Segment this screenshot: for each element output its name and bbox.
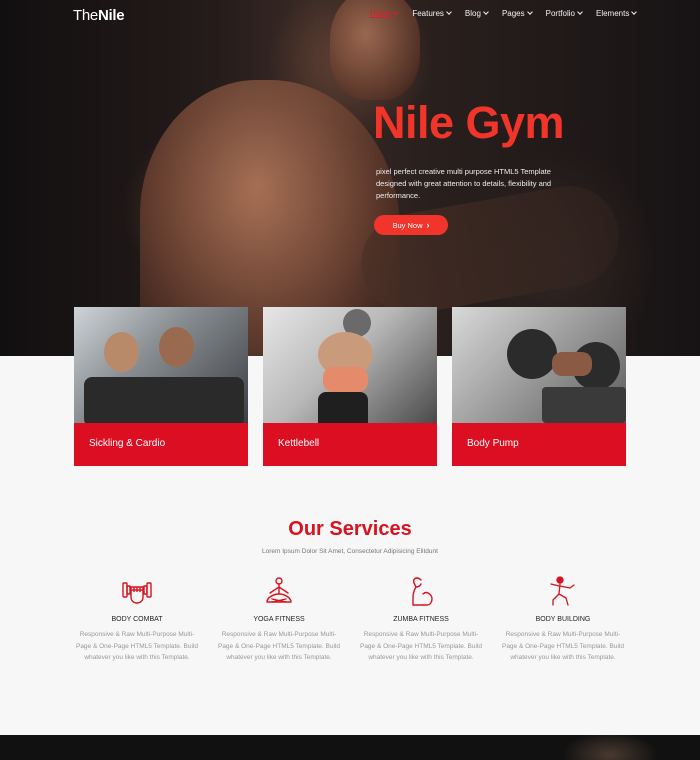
menu-label: Home <box>370 9 392 18</box>
service-text: Responsive & Raw Multi-Purpose Multi-Pag… <box>501 631 624 661</box>
photo-hand <box>552 352 592 376</box>
service-text: Responsive & Raw Multi-Purpose Multi-Pag… <box>75 631 198 661</box>
logo-text-light: The <box>73 7 98 24</box>
class-card-cardio[interactable]: Sickling & Cardio <box>74 307 248 466</box>
chevron-down-icon <box>577 9 583 15</box>
menu-item-home[interactable]: Home <box>370 9 400 18</box>
menu-label: Elements <box>595 9 630 18</box>
photo-top <box>323 367 368 392</box>
service-yoga-fitness: YOGA FITNESS Responsive & Raw Multi-Purp… <box>215 575 343 664</box>
yoga-icon <box>266 577 292 603</box>
photo-bikes <box>84 377 244 423</box>
chevron-down-icon <box>483 9 489 15</box>
top-navigation: TheNile Home Features Blog Pages Portfol… <box>0 0 700 30</box>
hero-section: Nile Gym pixel perfect creative multi pu… <box>0 0 700 356</box>
kettlebell-photo <box>263 307 437 423</box>
photo-dumbbell-plate <box>507 329 557 379</box>
dumbbell-fist-icon <box>122 582 152 604</box>
hero-description: pixel perfect creative multi purpose HTM… <box>376 167 552 200</box>
service-name: BODY BUILDING <box>535 616 591 623</box>
service-text: Responsive & Raw Multi-Purpose Multi-Pag… <box>359 631 482 661</box>
menu-item-blog[interactable]: Blog <box>464 9 489 18</box>
service-text: Responsive & Raw Multi-Purpose Multi-Pag… <box>217 631 340 661</box>
service-name: ZUMBA FITNESS <box>393 616 449 623</box>
services-title: Our Services <box>288 518 412 540</box>
photo-leggings <box>318 392 368 423</box>
cardio-photo <box>74 307 248 423</box>
menu-label: Portfolio <box>545 9 575 18</box>
menu-item-portfolio[interactable]: Portfolio <box>545 9 583 18</box>
service-body-building: BODY BUILDING Responsive & Raw Multi-Pur… <box>499 575 627 664</box>
main-menu: Home Features Blog Pages Portfolio Eleme… <box>370 9 650 18</box>
photo-arm <box>542 387 626 423</box>
buy-now-button[interactable]: Buy Now › <box>374 215 448 235</box>
hero-title: Nile Gym <box>373 97 565 148</box>
service-body-combat: BODY COMBAT Responsive & Raw Multi-Purpo… <box>73 575 201 664</box>
site-logo[interactable]: TheNile <box>73 7 125 24</box>
class-card-kettlebell[interactable]: Kettlebell <box>263 307 437 466</box>
service-zumba-fitness: ZUMBA FITNESS Responsive & Raw Multi-Pur… <box>357 575 485 664</box>
next-section-band <box>0 735 700 760</box>
buy-now-label: Buy Now <box>392 220 423 230</box>
logo-text-bold: Nile <box>97 7 125 24</box>
martial-arts-icon <box>550 576 575 606</box>
menu-item-elements[interactable]: Elements <box>595 9 638 18</box>
menu-item-features[interactable]: Features <box>412 9 452 18</box>
photo-figure <box>159 327 194 367</box>
card-label: Body Pump <box>452 423 626 466</box>
chevron-down-icon <box>393 9 400 15</box>
service-name: BODY COMBAT <box>111 616 163 623</box>
photo-figure <box>104 332 139 372</box>
card-label: Sickling & Cardio <box>74 423 248 466</box>
service-name: YOGA FITNESS <box>253 616 305 623</box>
chevron-down-icon <box>526 9 533 15</box>
flexed-arm-icon <box>412 577 433 606</box>
menu-item-pages[interactable]: Pages <box>501 9 533 18</box>
services-subtitle: Lorem Ipsum Dolor Sit Amet, Consectetur … <box>262 548 438 555</box>
menu-label: Blog <box>464 9 481 18</box>
menu-label: Pages <box>501 9 525 18</box>
class-card-body-pump[interactable]: Body Pump <box>452 307 626 466</box>
dumbbell-photo <box>452 307 626 423</box>
menu-label: Features <box>412 9 444 18</box>
card-label: Kettlebell <box>263 423 437 466</box>
chevron-down-icon <box>446 9 452 15</box>
chevron-down-icon <box>631 9 638 15</box>
chevron-right-icon: › <box>426 220 430 230</box>
